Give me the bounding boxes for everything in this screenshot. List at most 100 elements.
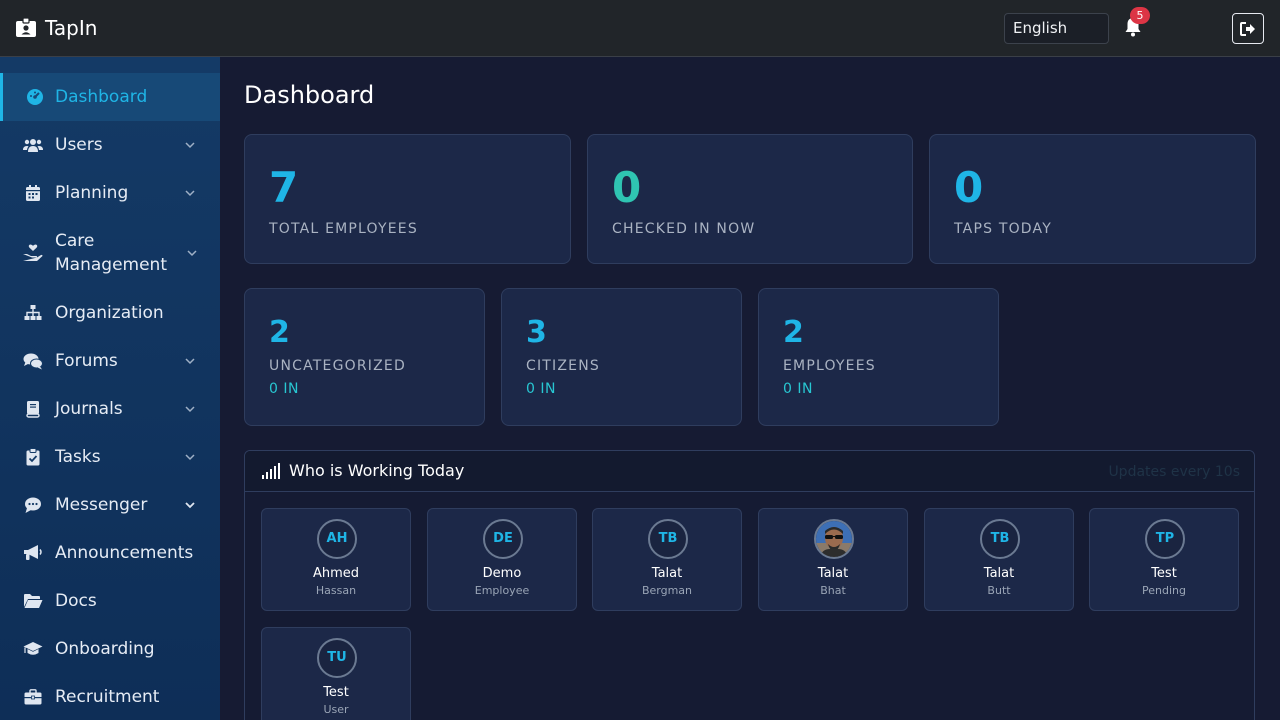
sidebar-item-label: Forums	[55, 351, 118, 371]
sidebar-item-label: Planning	[55, 183, 129, 203]
sidebar-item-label: Journals	[55, 399, 123, 419]
avatar: TU	[317, 638, 357, 678]
person-card[interactable]: TU Test User	[261, 627, 411, 720]
stat-value: 7	[269, 163, 299, 212]
chevron-down-icon	[185, 502, 195, 509]
page-title: Dashboard	[244, 81, 375, 109]
person-last-name: Butt	[987, 584, 1011, 597]
calendar-icon	[23, 184, 43, 202]
megaphone-icon	[23, 544, 43, 562]
person-last-name: Hassan	[315, 584, 357, 597]
refresh-note: Updates every 10s	[1108, 464, 1240, 480]
sidebar-item-docs[interactable]: Docs	[0, 577, 220, 625]
sidebar-item-onboarding[interactable]: Onboarding	[0, 625, 220, 673]
notification-badge: 5	[1130, 7, 1150, 24]
language-select[interactable]: English	[1004, 13, 1109, 44]
graduation-cap-icon	[23, 640, 43, 658]
panel-title: Who is Working Today	[289, 461, 465, 480]
sidebar-item-label: Dashboard	[55, 87, 148, 107]
sidebar-item-planning[interactable]: Planning	[0, 169, 220, 217]
chevron-down-icon	[185, 406, 195, 413]
group-label: UNCATEGORIZED	[269, 358, 406, 374]
hand-heart-icon	[23, 244, 43, 262]
person-last-name: Pending	[1142, 584, 1186, 597]
person-first-name: Test	[1151, 566, 1177, 581]
sidebar-item-label: Care Management	[55, 231, 167, 275]
chevron-down-icon	[185, 190, 195, 197]
stat-value: 0	[954, 163, 984, 212]
stat-value: 0	[612, 163, 642, 212]
person-card[interactable]: AH Ahmed Hassan	[261, 508, 411, 611]
person-last-name: User	[323, 703, 349, 716]
stat-card-total-employees: 7 TOTAL EMPLOYEES	[244, 134, 571, 264]
sidebar-item-organization[interactable]: Organization	[0, 289, 220, 337]
clipboard-check-icon	[23, 448, 43, 466]
sidebar-item-label: Docs	[55, 591, 97, 611]
group-label: EMPLOYEES	[783, 358, 876, 374]
person-first-name: Talat	[651, 566, 683, 581]
sidebar-item-care-management[interactable]: Care Management	[0, 217, 220, 289]
chevron-down-icon	[185, 142, 195, 149]
stat-card-checked-in: 0 CHECKED IN NOW	[587, 134, 913, 264]
sidebar-item-messenger[interactable]: Messenger	[0, 481, 220, 529]
sidebar-item-users[interactable]: Users	[0, 121, 220, 169]
person-last-name: Employee	[474, 584, 530, 597]
person-last-name: Bergman	[641, 584, 693, 597]
person-card[interactable]: TB Talat Bergman	[592, 508, 742, 611]
sidebar-item-recruitment[interactable]: Recruitment	[0, 673, 220, 720]
person-card[interactable]: TB Talat Butt	[924, 508, 1074, 611]
sitemap-icon	[23, 304, 43, 322]
group-card-employees: 2 EMPLOYEES 0 IN	[758, 288, 999, 426]
stat-label: TOTAL EMPLOYEES	[269, 221, 418, 237]
main-content: Dashboard 7 TOTAL EMPLOYEES 0 CHECKED IN…	[220, 57, 1280, 720]
sidebar-item-label: Organization	[55, 303, 164, 323]
logout-button[interactable]	[1232, 13, 1264, 44]
group-checked-in: 0 IN	[526, 381, 556, 397]
chevron-down-icon	[185, 358, 195, 365]
stat-label: CHECKED IN NOW	[612, 221, 756, 237]
person-card[interactable]: Talat Bhat	[758, 508, 908, 611]
sidebar-item-dashboard[interactable]: Dashboard	[0, 73, 220, 121]
book-icon	[23, 400, 43, 418]
sidebar-item-label: Announcements	[55, 543, 194, 563]
group-value: 2	[269, 315, 290, 350]
sidebar-item-label: Onboarding	[55, 639, 155, 659]
comments-icon	[23, 352, 43, 370]
app-name: TapIn	[45, 16, 98, 40]
sidebar-item-tasks[interactable]: Tasks	[0, 433, 220, 481]
person-last-name: Bhat	[820, 584, 846, 597]
sidebar-item-journals[interactable]: Journals	[0, 385, 220, 433]
signal-icon	[262, 463, 280, 479]
chevron-down-icon	[187, 250, 197, 257]
person-card[interactable]: DE Demo Employee	[427, 508, 577, 611]
briefcase-icon	[23, 688, 43, 706]
group-label: CITIZENS	[526, 358, 600, 374]
group-value: 3	[526, 315, 547, 350]
person-card[interactable]: TP Test Pending	[1089, 508, 1239, 611]
group-checked-in: 0 IN	[783, 381, 813, 397]
avatar-photo	[814, 519, 854, 559]
person-first-name: Test	[323, 685, 349, 700]
sidebar-item-label: Recruitment	[55, 687, 160, 707]
group-card-uncategorized: 2 UNCATEGORIZED 0 IN	[244, 288, 485, 426]
sidebar-item-label: Messenger	[55, 495, 148, 515]
sidebar: Dashboard Users Planning Care Management	[0, 57, 220, 720]
brand[interactable]: TapIn	[15, 16, 97, 40]
group-card-citizens: 3 CITIZENS 0 IN	[501, 288, 742, 426]
stat-label: TAPS TODAY	[954, 221, 1052, 237]
person-first-name: Ahmed	[312, 566, 360, 581]
stat-card-taps-today: 0 TAPS TODAY	[929, 134, 1256, 264]
sign-out-icon	[1240, 21, 1255, 36]
panel-header: Who is Working Today Updates every 10s	[245, 451, 1254, 492]
users-icon	[23, 136, 43, 154]
person-first-name: Demo	[482, 566, 522, 581]
sidebar-nav: Dashboard Users Planning Care Management	[0, 73, 220, 720]
sidebar-item-forums[interactable]: Forums	[0, 337, 220, 385]
sidebar-item-label: Users	[55, 135, 103, 155]
avatar: DE	[483, 519, 523, 559]
top-bar: TapIn English 5	[0, 0, 1280, 57]
dashboard-icon	[25, 88, 45, 106]
sidebar-item-announcements[interactable]: Announcements	[0, 529, 220, 577]
id-badge-icon	[16, 17, 36, 37]
folder-icon	[23, 592, 43, 610]
